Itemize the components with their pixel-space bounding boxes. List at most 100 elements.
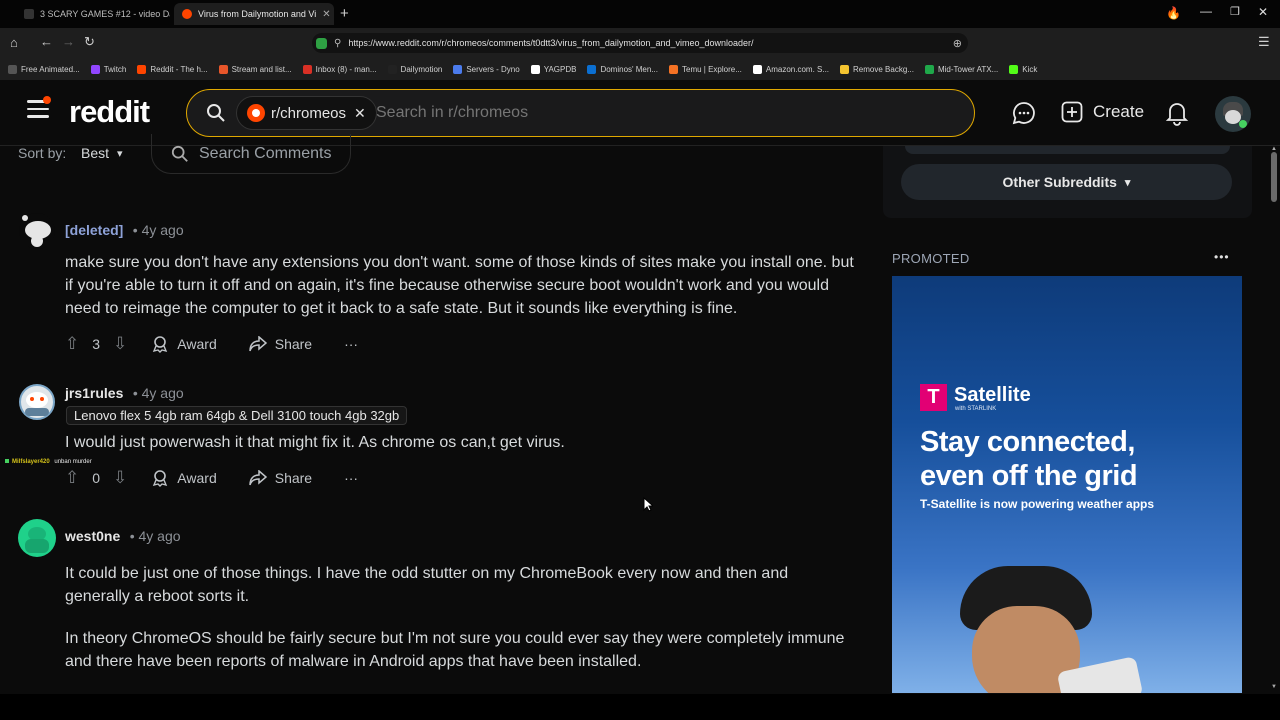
address-bar[interactable]: ⚲ https://www.reddit.com/r/chromeos/comm… [312, 33, 968, 53]
jrs1rules-avatar[interactable] [19, 384, 55, 420]
bookmark-item[interactable]: Reddit - The h... [137, 64, 208, 74]
bookmark-label: Servers - Dyno [466, 64, 520, 74]
tab-title: 3 SCARY GAMES #12 - video Daily [40, 9, 170, 19]
comment-actions: ⇧ 3 ⇩ Award Share ··· [65, 334, 358, 354]
search-comments-box[interactable]: Search Comments [151, 134, 351, 174]
close-window-icon[interactable]: ✕ [1258, 5, 1268, 19]
user-avatar[interactable] [1215, 96, 1251, 132]
extension-icon[interactable]: ⊕ [953, 37, 962, 50]
tab-inactive[interactable]: 3 SCARY GAMES #12 - video Daily [16, 3, 170, 25]
west0ne-avatar[interactable] [18, 519, 56, 557]
award-button[interactable]: Award [151, 335, 217, 353]
comment-time[interactable]: • 4y ago [130, 528, 181, 544]
sort-dropdown[interactable]: Best ▾ [81, 145, 123, 161]
chat-icon[interactable] [1012, 101, 1036, 130]
bookmark-label: Reddit - The h... [150, 64, 208, 74]
promoted-ad-image[interactable]: T Satellite with STARLINK Stay connected… [892, 276, 1242, 693]
bookmark-item[interactable]: Dominos' Men... [587, 64, 658, 74]
back-icon[interactable]: ← [40, 35, 53, 49]
bookmark-item[interactable]: Inbox (8) - man... [302, 64, 377, 74]
bookmark-favicon-icon [387, 64, 397, 74]
promoted-label: PROMOTED [892, 251, 970, 266]
bookmark-item[interactable]: Mid-Tower ATX... [924, 64, 998, 74]
reload-icon[interactable]: ↻ [84, 35, 95, 49]
video-letterbox-bar [0, 694, 1280, 720]
bookmark-label: Dailymotion [400, 64, 443, 74]
scrollbar-thumb[interactable] [1271, 152, 1277, 202]
downvote-icon[interactable]: ⇩ [113, 334, 127, 354]
menu-icon[interactable]: ☰ [1258, 35, 1270, 49]
flame-icon[interactable]: 🔥 [1166, 6, 1181, 20]
create-button[interactable]: Create [1061, 101, 1144, 123]
bookmark-item[interactable]: Dailymotion [387, 64, 443, 74]
subreddit-search-chip[interactable]: r/chromeos ✕ [236, 96, 377, 130]
bookmark-item[interactable]: Remove Backg... [840, 64, 914, 74]
bookmark-label: Free Animated... [21, 64, 80, 74]
bookmark-item[interactable]: YAGPDB [530, 64, 576, 74]
chevron-down-icon: ▾ [117, 147, 123, 160]
other-subreddits-button[interactable]: Other Subreddits ▾ [901, 164, 1232, 200]
vote-score: 3 [92, 336, 101, 352]
bookmark-item[interactable]: Twitch [90, 64, 126, 74]
ad-brand: Satellite [954, 384, 1031, 406]
bookmark-item[interactable]: Amazon.com. S... [752, 64, 829, 74]
upvote-icon[interactable]: ⇧ [65, 468, 79, 488]
downvote-icon[interactable]: ⇩ [113, 468, 127, 488]
close-tab-icon[interactable]: ✕ [316, 9, 330, 20]
bookmark-item[interactable]: Free Animated... [8, 64, 80, 74]
bookmark-favicon-icon [752, 64, 762, 74]
forward-icon[interactable]: → [62, 35, 75, 49]
comment-body: It could be just one of those things. I … [65, 565, 789, 605]
bookmark-favicon-icon [530, 64, 540, 74]
more-options-icon[interactable]: ··· [344, 470, 358, 486]
ad-options-icon[interactable]: ••• [1214, 250, 1230, 264]
ad-headline-2: even off the grid [920, 460, 1138, 492]
comment-meta: [deleted] • 4y ago [65, 222, 184, 240]
upvote-icon[interactable]: ⇧ [65, 334, 79, 354]
url-text[interactable]: https://www.reddit.com/r/chromeos/commen… [348, 38, 753, 48]
shield-icon [316, 37, 327, 49]
share-label: Share [274, 336, 313, 352]
browser-tab-bar: 3 SCARY GAMES #12 - video Daily Virus fr… [0, 0, 1280, 28]
overlay-username: Milfslayer420 [12, 459, 50, 465]
comment-time[interactable]: • 4y ago [133, 222, 184, 238]
reddit-logo[interactable]: reddit [69, 94, 150, 130]
tab-active[interactable]: Virus from Dailymotion and Vi ✕ [174, 3, 334, 25]
award-label: Award [177, 470, 217, 486]
bookmark-item[interactable]: Stream and list... [218, 64, 292, 74]
mouse-cursor-icon [643, 496, 655, 517]
search-icon [171, 145, 188, 162]
comment-author[interactable]: jrs1rules [65, 385, 123, 401]
bookmark-favicon-icon [8, 64, 17, 74]
bookmark-item[interactable]: Kick [1009, 64, 1037, 74]
home-icon[interactable]: ⌂ [10, 36, 18, 50]
search-input[interactable] [376, 100, 936, 126]
reddit-favicon-icon [182, 9, 192, 19]
restore-icon[interactable]: ❐ [1230, 5, 1240, 18]
new-tab-button[interactable]: + [340, 5, 349, 22]
page-scrollbar[interactable]: ▲ ▼ [1268, 146, 1280, 694]
site-info-icon[interactable]: ⚲ [334, 38, 341, 49]
comment-author[interactable]: west0ne [65, 528, 120, 544]
share-button[interactable]: Share [248, 336, 313, 352]
search-icon [206, 103, 226, 128]
minimize-icon[interactable]: — [1200, 4, 1212, 18]
share-button[interactable]: Share [248, 470, 312, 486]
comment-author[interactable]: [deleted] [65, 222, 123, 238]
award-button[interactable]: Award [151, 469, 217, 487]
comment-actions: ⇧ 0 ⇩ Award Share ··· [65, 468, 358, 488]
more-options-icon[interactable]: ··· [344, 336, 358, 352]
bell-icon[interactable] [1165, 100, 1189, 131]
bookmark-favicon-icon [1009, 64, 1019, 74]
deleted-user-avatar[interactable] [19, 213, 55, 249]
award-icon [153, 470, 168, 487]
bookmark-item[interactable]: Servers - Dyno [453, 64, 520, 74]
bookmark-item[interactable]: Temu | Explore... [669, 64, 742, 74]
search-comments-placeholder: Search Comments [199, 144, 332, 162]
hamburger-menu-icon[interactable] [27, 96, 51, 118]
remove-chip-icon[interactable]: ✕ [354, 105, 366, 122]
comment-time[interactable]: • 4y ago [133, 385, 184, 401]
scroll-down-icon[interactable]: ▼ [1271, 684, 1277, 690]
stream-chat-overlay: Milfslayer420 unban murder [5, 459, 92, 465]
bookmark-favicon-icon [137, 64, 147, 74]
